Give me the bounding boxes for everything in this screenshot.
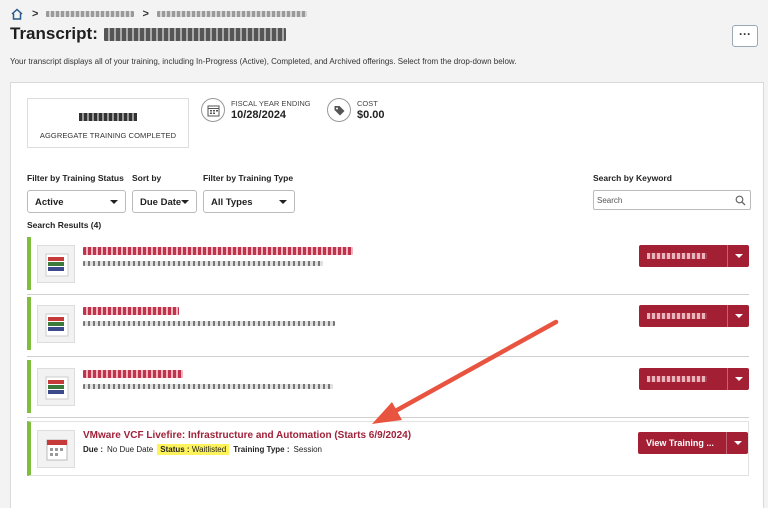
page-title: Transcript: xyxy=(10,24,286,44)
intro-text: Your transcript displays all of your tra… xyxy=(10,57,517,66)
calendar-icon xyxy=(201,98,225,122)
chevron-down-icon[interactable] xyxy=(727,368,749,390)
training-action-button-redacted[interactable] xyxy=(639,368,749,390)
training-row xyxy=(27,237,749,290)
search-results-count: Search Results (4) xyxy=(27,220,102,230)
breadcrumb-separator: > xyxy=(142,8,149,20)
aggregate-value-redacted xyxy=(79,113,137,121)
status-filter-value: Active xyxy=(35,197,64,208)
chevron-down-icon[interactable] xyxy=(727,245,749,267)
type-filter-label: Filter by Training Type xyxy=(203,173,294,183)
training-title-link[interactable]: VMware VCF Livefire: Infrastructure and … xyxy=(83,430,411,441)
keyword-search-label: Search by Keyword xyxy=(593,173,672,183)
calendar-thumbnail-icon xyxy=(37,430,75,468)
breadcrumb-item-redacted xyxy=(156,11,307,17)
training-meta-redacted xyxy=(83,261,323,266)
aggregate-training-card: AGGREGATE TRAINING COMPLETED xyxy=(27,98,189,148)
status-value: Waitlisted xyxy=(191,445,227,454)
training-title-redacted[interactable] xyxy=(83,247,353,255)
training-type-key: Training Type : xyxy=(233,445,290,454)
status-key: Status : xyxy=(160,445,190,454)
fiscal-year-stat: FISCAL YEAR ENDING 10/28/2024 xyxy=(201,98,311,122)
sort-select[interactable]: Due Date xyxy=(132,190,197,213)
due-value: No Due Date xyxy=(107,445,154,454)
training-thumbnail-icon xyxy=(37,305,75,343)
chevron-down-icon[interactable] xyxy=(726,432,748,454)
row-divider xyxy=(27,294,749,295)
type-filter-select[interactable]: All Types xyxy=(203,190,295,213)
training-type-value: Session xyxy=(293,445,322,454)
training-row xyxy=(27,360,749,413)
chevron-down-icon xyxy=(181,200,189,204)
training-row-featured: VMware VCF Livefire: Infrastructure and … xyxy=(27,421,749,476)
breadcrumb-item-redacted[interactable] xyxy=(46,11,135,17)
cost-stat: COST $0.00 xyxy=(327,98,385,122)
chevron-down-icon xyxy=(279,200,287,204)
training-title-redacted[interactable] xyxy=(83,370,183,378)
training-meta: Due : No Due Date Status : Waitlisted Tr… xyxy=(83,444,322,455)
training-thumbnail-icon xyxy=(37,368,75,406)
status-filter-select[interactable]: Active xyxy=(27,190,126,213)
training-action-button-redacted[interactable] xyxy=(639,245,749,267)
aggregate-label: AGGREGATE TRAINING COMPLETED xyxy=(39,131,177,140)
training-title-redacted[interactable] xyxy=(83,307,179,315)
row-divider xyxy=(27,356,749,357)
fiscal-year-value: 10/28/2024 xyxy=(231,109,287,121)
view-training-label: View Training ... xyxy=(646,438,714,448)
breadcrumb: > > xyxy=(10,7,307,21)
sort-label: Sort by xyxy=(132,173,162,183)
tag-icon xyxy=(327,98,351,122)
status-badge: Status : Waitlisted xyxy=(157,444,230,455)
sort-value: Due Date xyxy=(140,197,182,208)
training-meta-redacted xyxy=(83,384,333,389)
breadcrumb-separator: > xyxy=(32,8,39,20)
cost-value: $0.00 xyxy=(357,109,385,121)
due-key: Due : xyxy=(83,445,103,454)
training-meta-redacted xyxy=(83,321,335,326)
training-row xyxy=(27,297,749,350)
chevron-down-icon xyxy=(110,200,118,204)
keyword-search-input[interactable] xyxy=(593,190,751,210)
cost-label: COST xyxy=(357,99,378,108)
transcript-panel: AGGREGATE TRAINING COMPLETED FISCAL YEAR… xyxy=(10,82,764,508)
training-action-button-redacted[interactable] xyxy=(639,305,749,327)
user-name-redacted xyxy=(103,27,286,41)
type-filter-value: All Types xyxy=(211,197,253,208)
fiscal-year-label: FISCAL YEAR ENDING xyxy=(231,99,311,108)
status-filter-label: Filter by Training Status xyxy=(27,173,124,183)
home-icon[interactable] xyxy=(10,7,24,21)
page-title-prefix: Transcript: xyxy=(10,24,98,43)
search-icon[interactable] xyxy=(735,195,746,206)
chevron-down-icon[interactable] xyxy=(727,305,749,327)
row-divider xyxy=(27,417,749,418)
training-thumbnail-icon xyxy=(37,245,75,283)
more-options-button[interactable]: ··· xyxy=(732,25,758,47)
view-training-button[interactable]: View Training ... xyxy=(638,432,748,454)
